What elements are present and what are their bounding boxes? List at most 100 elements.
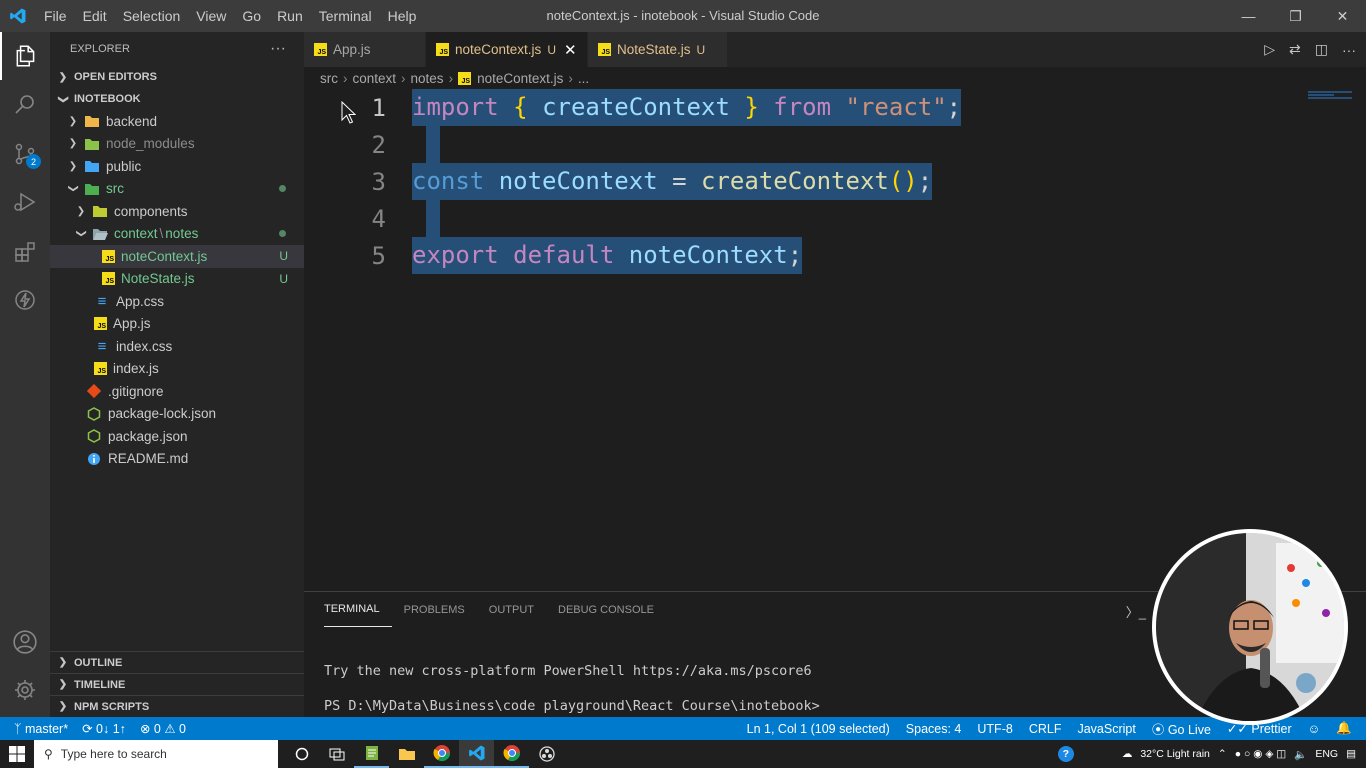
live-share-icon[interactable] xyxy=(0,276,50,324)
js-file-icon: JS xyxy=(94,317,107,331)
breadcrumb-src[interactable]: src xyxy=(320,71,338,86)
source-control-icon[interactable]: 2 xyxy=(0,130,50,178)
extensions-icon[interactable] xyxy=(0,228,50,276)
open-editors-section[interactable]: ❯ OPEN EDITORS xyxy=(50,66,304,88)
feedback-icon[interactable]: ☺ xyxy=(1308,722,1321,736)
settings-gear-icon[interactable] xyxy=(0,666,50,714)
cursor-position[interactable]: Ln 1, Col 1 (109 selected) xyxy=(747,722,890,736)
js-file-icon: JS xyxy=(102,272,115,286)
go-live-button[interactable]: ⦿ Go Live xyxy=(1152,719,1211,738)
menu-terminal[interactable]: Terminal xyxy=(311,0,380,32)
tray-chevron-icon[interactable]: ⌃ xyxy=(1218,748,1227,760)
notification-center-icon[interactable]: ▤ xyxy=(1346,748,1356,760)
terminal-prompt[interactable]: PS D:\MyData\Business\code playground\Re… xyxy=(324,698,820,714)
npm-scripts-section[interactable]: ❯ NPM SCRIPTS xyxy=(50,695,304,717)
chevron-right-icon: ❯ xyxy=(58,71,68,83)
tree-folder-src[interactable]: ❯ src xyxy=(50,178,304,201)
breadcrumb: src › context › notes › JS noteContext.js › … xyxy=(304,67,1366,89)
project-section[interactable]: ❯ INOTEBOOK xyxy=(50,88,304,110)
tree-file-notestate[interactable]: JS NoteState.js U xyxy=(50,268,304,291)
encoding[interactable]: UTF-8 xyxy=(977,722,1012,736)
js-file-icon: JS xyxy=(598,43,611,56)
breadcrumb-notes[interactable]: notes xyxy=(411,71,444,86)
tab-output[interactable]: OUTPUT xyxy=(477,592,546,627)
tab-app-js[interactable]: JS App.js xyxy=(304,32,426,67)
breadcrumb-context[interactable]: context xyxy=(353,71,397,86)
tree-file-gitignore[interactable]: .gitignore xyxy=(50,380,304,403)
tree-folder-node-modules[interactable]: ❯ node_modules xyxy=(50,133,304,156)
tree-folder-public[interactable]: ❯ public xyxy=(50,155,304,178)
terminal-shell-icon[interactable]: 〉_ xyxy=(1126,602,1146,621)
tree-folder-components[interactable]: ❯ components xyxy=(50,200,304,223)
cortana-icon[interactable] xyxy=(284,740,319,768)
windows-start-icon[interactable] xyxy=(0,740,34,768)
tree-file-app-js[interactable]: JS App.js xyxy=(50,313,304,336)
js-file-icon: JS xyxy=(314,43,327,56)
tab-terminal[interactable]: TERMINAL xyxy=(324,592,392,627)
split-editor-icon[interactable]: ◫ xyxy=(1315,41,1328,58)
run-icon[interactable]: ▷ xyxy=(1264,41,1275,58)
menu-help[interactable]: Help xyxy=(380,0,425,32)
tree-file-app-css[interactable]: ≡ App.css xyxy=(50,290,304,313)
obs-icon[interactable] xyxy=(529,740,564,768)
run-debug-icon[interactable] xyxy=(0,178,50,226)
file-explorer-icon[interactable] xyxy=(389,740,424,768)
outline-section[interactable]: ❯ OUTLINE xyxy=(50,651,304,673)
breadcrumb-symbol[interactable]: ... xyxy=(578,71,589,86)
account-icon[interactable] xyxy=(0,618,50,666)
help-icon[interactable]: ? xyxy=(1057,746,1074,762)
chrome-profile-icon[interactable] xyxy=(494,740,529,768)
line-number: 4 xyxy=(371,204,386,233)
menu-run[interactable]: Run xyxy=(269,0,311,32)
tab-debug-console[interactable]: DEBUG CONSOLE xyxy=(546,592,666,627)
search-icon[interactable] xyxy=(0,80,50,128)
menu-go[interactable]: Go xyxy=(234,0,269,32)
tree-folder-context-notes[interactable]: ❯ context \ notes xyxy=(50,223,304,246)
taskbar-search-box[interactable]: ⚲ Type here to search xyxy=(34,740,278,768)
notepad-app-icon[interactable] xyxy=(354,740,389,768)
timeline-section[interactable]: ❯ TIMELINE xyxy=(50,673,304,695)
menu-file[interactable]: File xyxy=(36,0,75,32)
chrome-icon[interactable] xyxy=(424,740,459,768)
minimize-icon[interactable]: — xyxy=(1225,0,1272,32)
notifications-bell-icon[interactable]: 🔔 xyxy=(1336,721,1352,736)
tray-app-icons[interactable]: ● ○ ◉ ◈ ◫ xyxy=(1235,748,1287,760)
line-ending[interactable]: CRLF xyxy=(1029,722,1062,736)
tab-problems[interactable]: PROBLEMS xyxy=(392,592,477,627)
git-sync[interactable]: ⟳ 0↓ 1↑ xyxy=(82,721,126,736)
language-indicator[interactable]: ENG xyxy=(1315,748,1338,760)
more-actions-icon[interactable]: ··· xyxy=(270,40,286,58)
minimap[interactable] xyxy=(1308,91,1352,99)
terminal-line: Try the new cross-platform PowerShell ht… xyxy=(324,663,812,679)
language-mode[interactable]: JavaScript xyxy=(1077,722,1135,736)
close-tab-icon[interactable]: ✕ xyxy=(564,41,577,59)
close-window-icon[interactable]: ✕ xyxy=(1319,0,1366,32)
tree-file-index-js[interactable]: JS index.js xyxy=(50,358,304,381)
tree-file-readme[interactable]: README.md xyxy=(50,448,304,471)
breadcrumb-file[interactable]: noteContext.js xyxy=(477,71,563,86)
tree-file-index-css[interactable]: ≡ index.css xyxy=(50,335,304,358)
weather-text[interactable]: 32°C Light rain xyxy=(1140,748,1210,760)
tab-notestate-js[interactable]: JS NoteState.js U xyxy=(588,32,728,67)
tree-file-package-lock[interactable]: package-lock.json xyxy=(50,403,304,426)
menu-view[interactable]: View xyxy=(188,0,234,32)
volume-icon[interactable]: 🔈 xyxy=(1294,748,1307,761)
menu-selection[interactable]: Selection xyxy=(115,0,189,32)
code-editor[interactable]: 1 import { createContext } from "react";… xyxy=(304,89,1366,591)
tree-folder-backend[interactable]: ❯ backend xyxy=(50,110,304,133)
menu-edit[interactable]: Edit xyxy=(75,0,115,32)
git-branch[interactable]: ᛉ master* xyxy=(14,722,68,736)
css-file-icon: ≡ xyxy=(97,292,107,310)
tree-file-notecontext[interactable]: JS noteContext.js U xyxy=(50,245,304,268)
explorer-icon[interactable] xyxy=(0,32,50,80)
restore-icon[interactable]: ❐ xyxy=(1272,0,1319,32)
tree-file-package[interactable]: package.json xyxy=(50,425,304,448)
task-view-icon[interactable] xyxy=(319,740,354,768)
problems-indicator[interactable]: ⊗ 0 ⚠ 0 xyxy=(140,721,186,736)
indentation[interactable]: Spaces: 4 xyxy=(906,722,962,736)
vscode-taskbar-icon[interactable] xyxy=(459,740,494,768)
webcam-image xyxy=(1156,533,1344,721)
tab-notecontext-js[interactable]: JS noteContext.js U ✕ xyxy=(426,32,588,67)
open-changes-icon[interactable]: ⇄ xyxy=(1289,41,1301,58)
more-actions-icon[interactable]: ··· xyxy=(1342,42,1356,58)
